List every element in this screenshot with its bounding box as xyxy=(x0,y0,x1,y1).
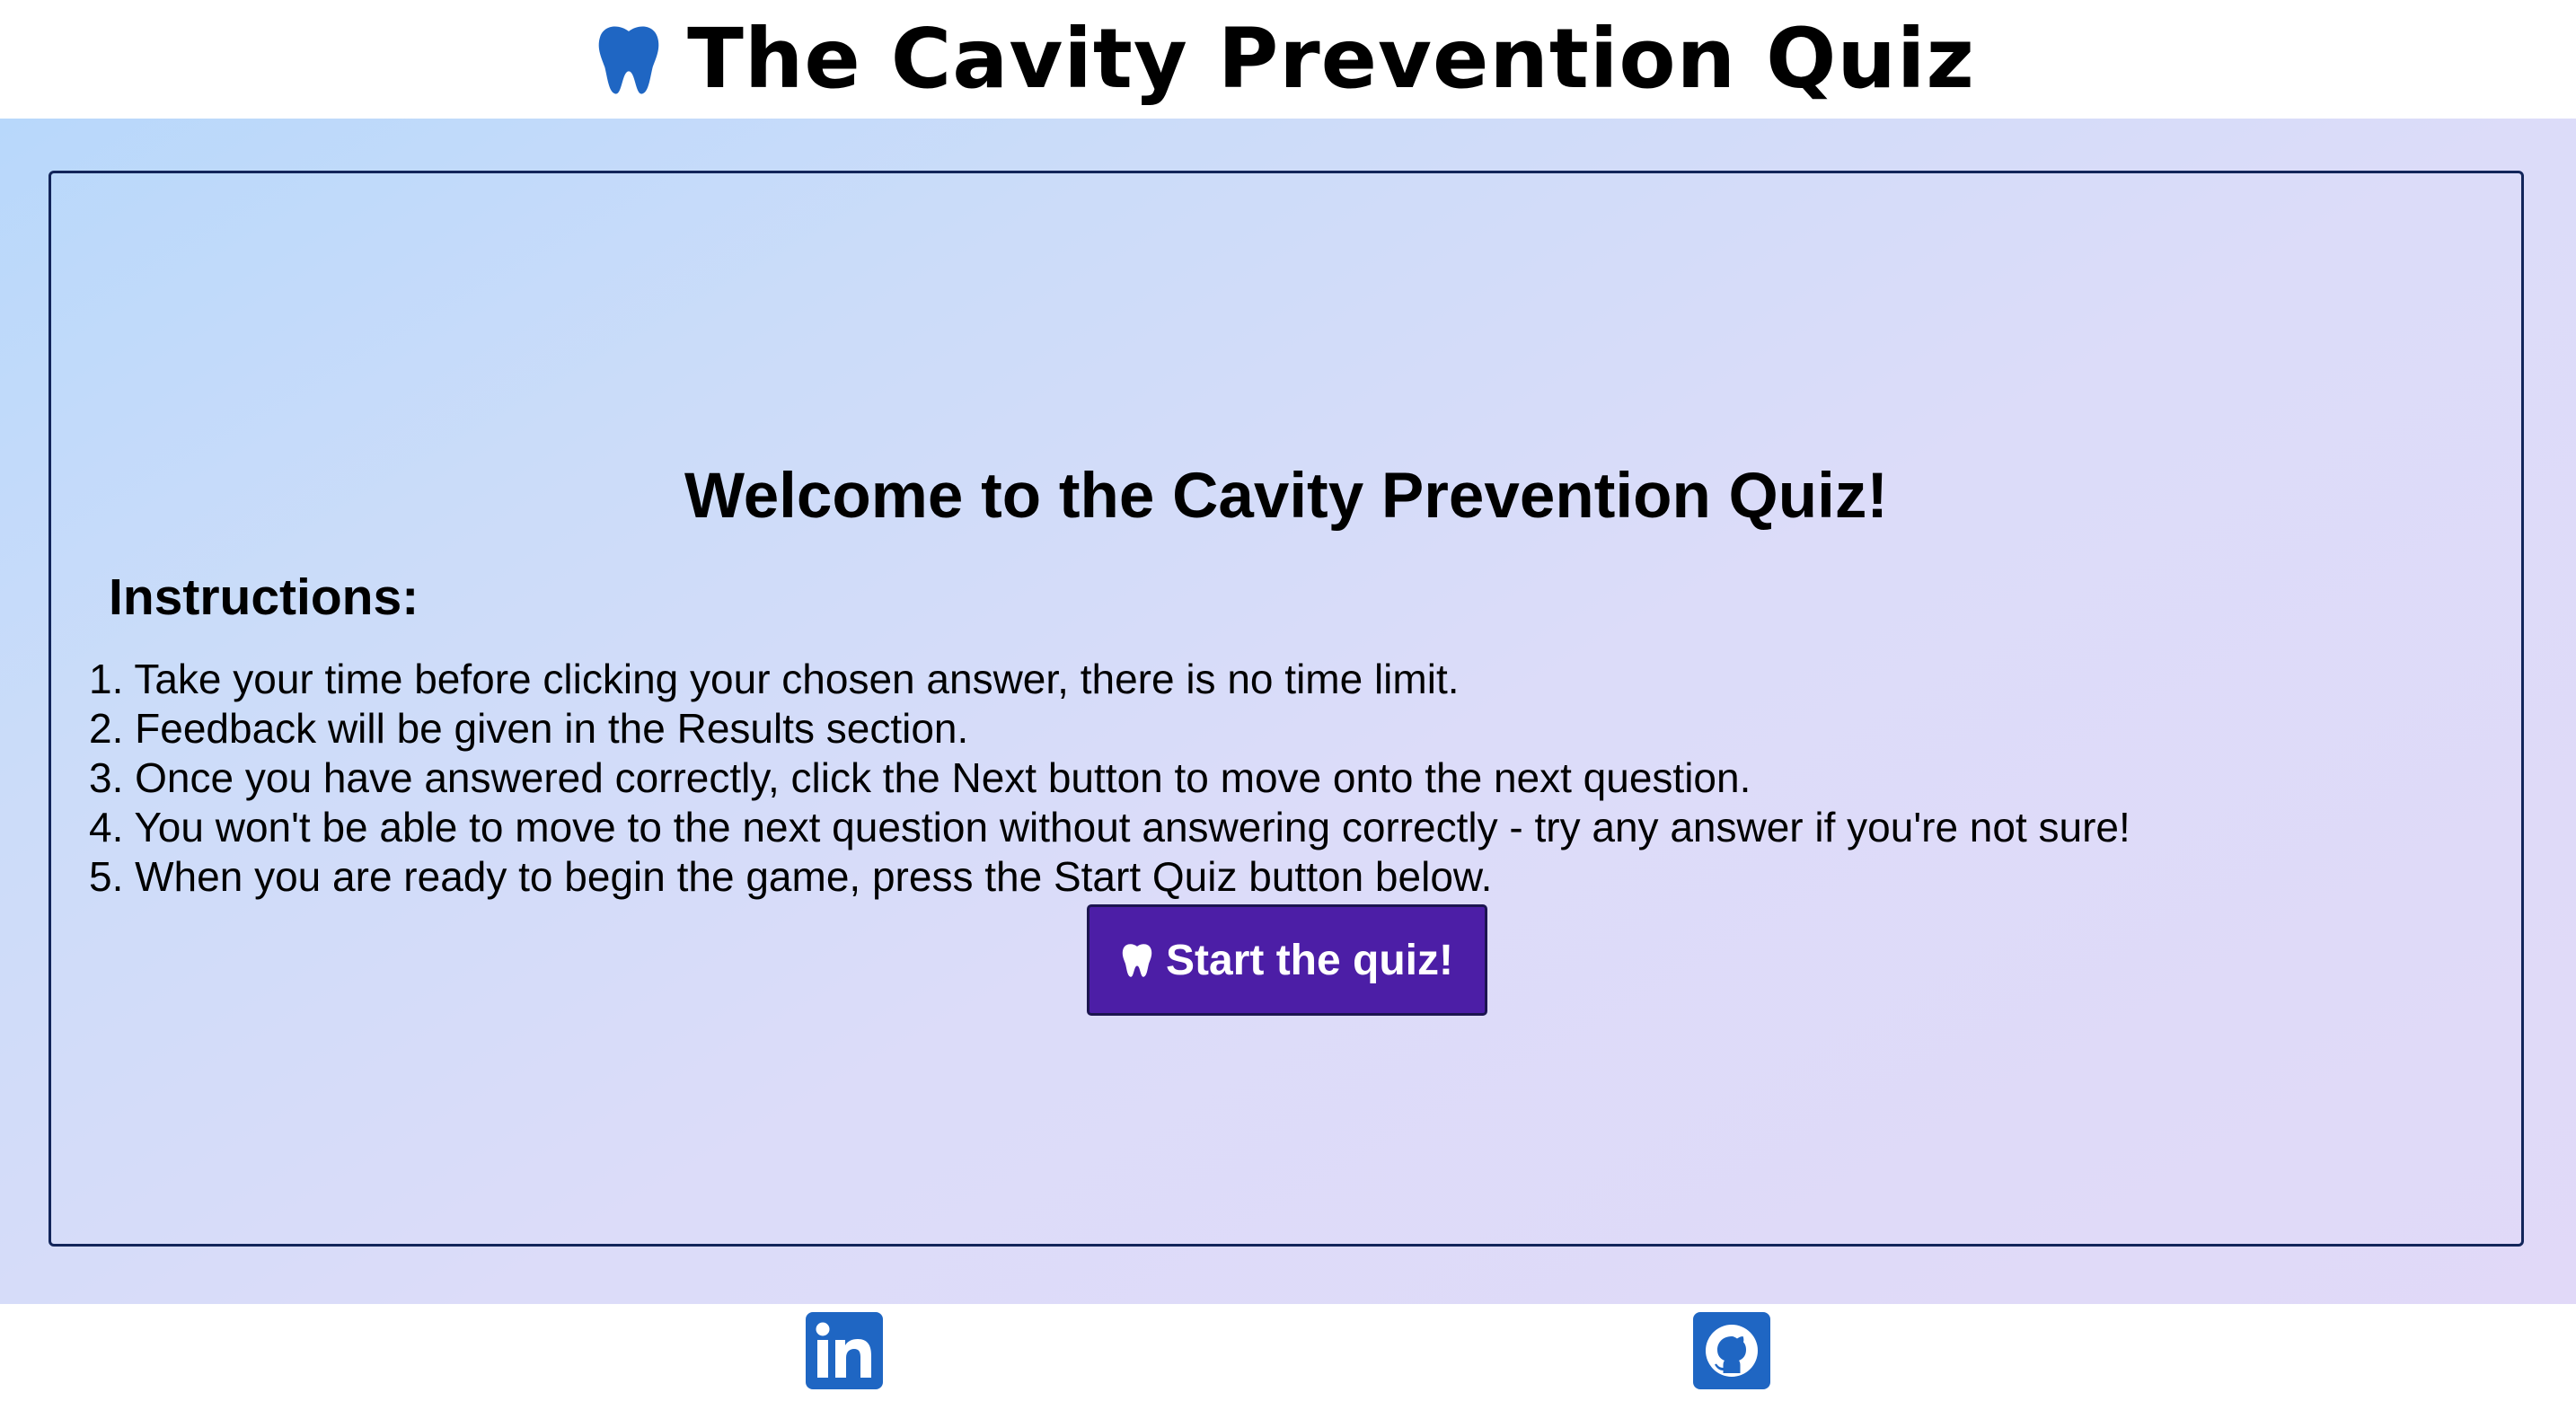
instruction-item: 1. Take your time before clicking your c… xyxy=(89,656,1460,702)
instruction-item: 4. You won't be able to move to the next… xyxy=(89,804,2130,850)
start-quiz-button[interactable]: Start the quiz! xyxy=(1087,904,1487,1016)
site-footer xyxy=(0,1304,2576,1401)
github-icon xyxy=(1693,1312,1770,1389)
quiz-intro-panel: Welcome to the Cavity Prevention Quiz! I… xyxy=(49,171,2524,1247)
instructions-list: 1. Take your time before clicking your c… xyxy=(89,655,2130,902)
main-area: Welcome to the Cavity Prevention Quiz! I… xyxy=(0,119,2576,1304)
tooth-icon xyxy=(595,22,662,97)
linkedin-link[interactable] xyxy=(806,1312,883,1389)
site-header: The Cavity Prevention Quiz xyxy=(0,0,2576,119)
instruction-item: 3. Once you have answered correctly, cli… xyxy=(89,754,1751,801)
start-quiz-label: Start the quiz! xyxy=(1166,936,1453,984)
tooth-icon xyxy=(1121,941,1153,979)
instruction-item: 2. Feedback will be given in the Results… xyxy=(89,705,969,752)
welcome-heading: Welcome to the Cavity Prevention Quiz! xyxy=(684,461,1889,532)
github-link[interactable] xyxy=(1693,1312,1770,1389)
page-title: The Cavity Prevention Quiz xyxy=(687,11,1975,107)
instruction-item: 5. When you are ready to begin the game,… xyxy=(89,853,1493,900)
header-title-group: The Cavity Prevention Quiz xyxy=(595,18,1975,101)
linkedin-icon xyxy=(806,1312,883,1389)
instructions-title: Instructions: xyxy=(109,568,419,626)
